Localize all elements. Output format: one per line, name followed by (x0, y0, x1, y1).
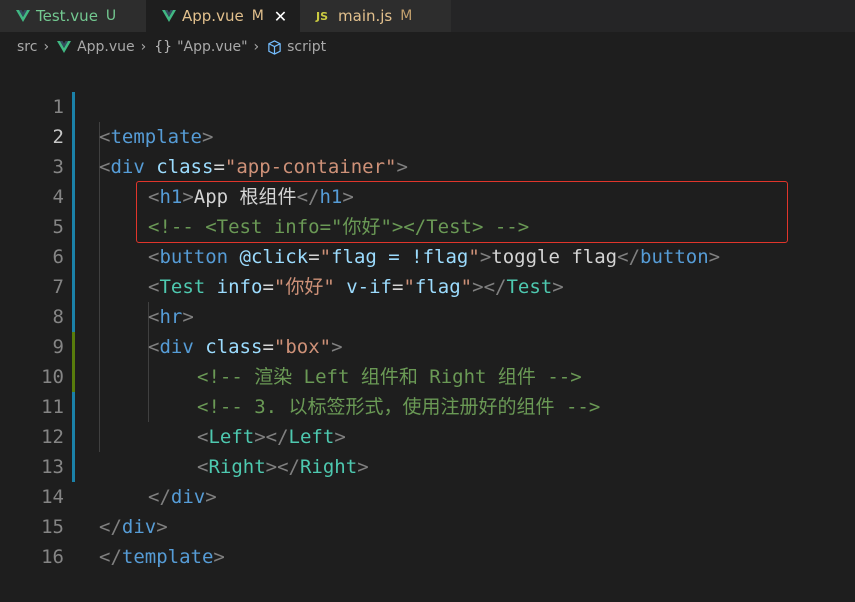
tab-test-vue[interactable]: Test.vue U (0, 0, 146, 32)
status-modified-badge: M (400, 8, 413, 24)
cube-icon (268, 39, 281, 55)
code-line: 16 (0, 512, 855, 568)
close-icon[interactable]: ✕ (274, 7, 287, 26)
code-line: 15 </template> (0, 482, 855, 568)
code-line: 2 <div class="app-container"> (0, 92, 855, 178)
code-line: 3 <h1>App 根组件</h1> (0, 122, 855, 208)
code-line: 12 <Right></Right> (0, 392, 855, 478)
code-line: 11 <Left></Left> (0, 362, 855, 448)
code-line: 4 <!-- <Test info="你好"></Test> --> (0, 152, 855, 238)
tab-label: main.js (338, 7, 393, 25)
chevron-right-icon: › (43, 39, 50, 55)
status-modified-badge: M (251, 8, 264, 24)
editor-tab-bar: Test.vue U App.vue M ✕ JS main.js M (0, 0, 855, 32)
code-line: 1 <template> (0, 62, 855, 148)
code-line: 13 </div> (0, 422, 855, 508)
breadcrumb-section-label: script (287, 39, 327, 55)
breadcrumb: src › App.vue › {} "App.vue" › script (0, 32, 855, 62)
tab-main-js[interactable]: JS main.js M (300, 0, 451, 32)
breadcrumb-symbol-label: "App.vue" (177, 39, 248, 55)
vue-file-icon (57, 41, 72, 53)
braces-icon: {} (154, 39, 173, 55)
code-line: 10 <!-- 3. 以标签形式，使用注册好的组件 --> (0, 332, 855, 418)
token: > (213, 546, 225, 568)
breadcrumb-file-label: App.vue (77, 39, 135, 55)
token: </ (99, 546, 122, 568)
code-line: 8 <div class="box"> (0, 272, 855, 358)
code-line: 9 <!-- 渲染 Left 组件和 Right 组件 --> (0, 302, 855, 388)
breadcrumb-folder[interactable]: src (17, 39, 37, 55)
code-line: 14 </div> (0, 452, 855, 538)
code-line: 7 <hr> (0, 242, 855, 328)
js-file-icon: JS (316, 9, 329, 23)
code-text: </template> (99, 542, 225, 572)
tab-label: Test.vue (36, 7, 98, 25)
breadcrumb-symbol[interactable]: {} "App.vue" (154, 39, 247, 55)
token: template (121, 546, 214, 568)
tab-app-vue[interactable]: App.vue M ✕ (146, 0, 300, 32)
vue-file-icon (162, 10, 176, 22)
vue-file-icon (16, 10, 30, 22)
breadcrumb-section[interactable]: script (267, 39, 326, 55)
highlight-annotation-box (136, 181, 788, 243)
tab-label: App.vue (182, 7, 244, 25)
code-editor[interactable]: 1 <template> 2 <div class="app-container… (0, 62, 855, 568)
chevron-right-icon: › (253, 39, 260, 55)
breadcrumb-file[interactable]: App.vue (57, 39, 135, 55)
status-untracked-badge: U (105, 8, 117, 24)
chevron-right-icon: › (140, 39, 147, 55)
line-number: 16 (41, 546, 64, 568)
